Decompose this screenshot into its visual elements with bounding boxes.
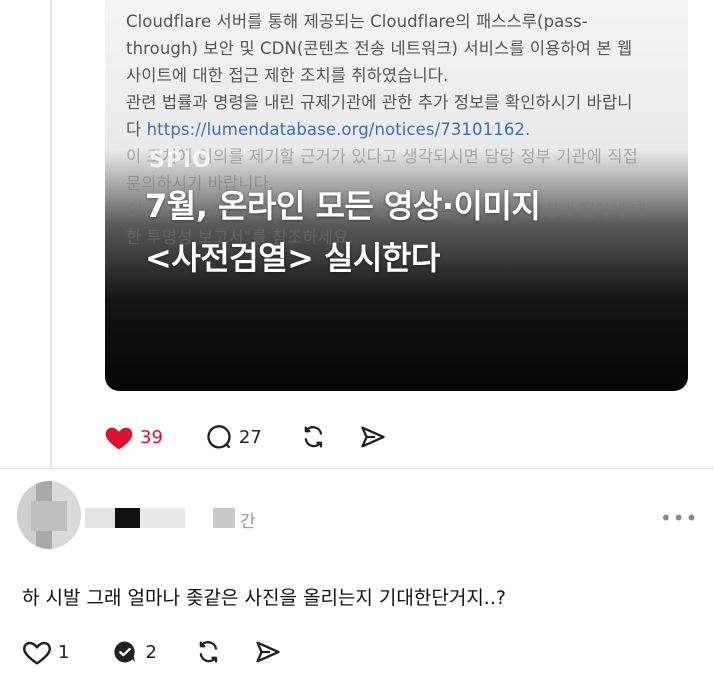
heart-icon [104,423,134,451]
comment-action-bar: 1 2 [22,638,305,666]
avatar[interactable] [17,481,81,549]
comment-icon [111,638,139,666]
reply-button[interactable]: 2 [111,638,157,666]
divider [0,468,714,469]
notice-link-line: 다 https://lumendatabase.org/notices/7310… [126,116,686,143]
timestamp-redacted [213,508,235,528]
image-brand-logo: SPIO [149,148,212,173]
share-button[interactable] [358,423,388,451]
share-icon [253,638,283,666]
timestamp-label: 간 [240,512,256,532]
headline-line: <사전검열> 실시한다 [145,239,440,277]
comment-icon [205,423,233,451]
notice-line: 관련 법률과 명령을 내린 규제기관에 관한 추가 정보를 확인하시기 바랍니 [126,93,633,112]
comment-button[interactable]: 27 [205,423,262,451]
headline-line: 7월, 온라인 모든 영상·이미지 [145,187,541,225]
like-count: 39 [140,426,163,448]
notice-line: 사이트에 대한 접근 제한 조치를 취하였습니다. [126,66,449,85]
image-headline: 7월, 온라인 모든 영상·이미지 <사전검열> 실시한다 [145,180,541,284]
notice-link-prefix: 다 [126,120,147,139]
like-count: 1 [58,641,70,663]
like-button[interactable]: 39 [104,423,163,451]
share-icon [358,423,388,451]
more-icon[interactable]: ••• [660,506,698,530]
notice-line: through) 보안 및 CDN(콘텐츠 전송 네트워크) 서비스를 이용하여… [126,39,633,58]
like-button[interactable]: 1 [22,638,69,666]
reply-count: 2 [145,641,157,663]
notice-line: Cloudflare 서버를 통해 제공되는 Cloudflare의 패스스루(… [126,12,588,31]
comment-count: 27 [238,426,262,448]
username-redacted[interactable] [85,508,185,528]
comment-body: 하 시발 그래 얼마나 좆같은 사진을 올리는지 기대한단거지..? [22,587,506,609]
repost-button[interactable] [298,423,330,451]
repost-icon [193,638,225,666]
repost-icon [298,423,330,451]
post-image[interactable]: Cloudflare 서버를 통해 제공되는 Cloudflare의 패스스루(… [105,0,688,391]
notice-link: https://lumendatabase.org/notices/731011… [146,120,531,139]
post-action-bar: 39 27 [104,423,410,451]
heart-icon [22,638,52,666]
repost-button[interactable] [193,638,225,666]
thread-connector-line [50,0,52,468]
share-button[interactable] [253,638,283,666]
